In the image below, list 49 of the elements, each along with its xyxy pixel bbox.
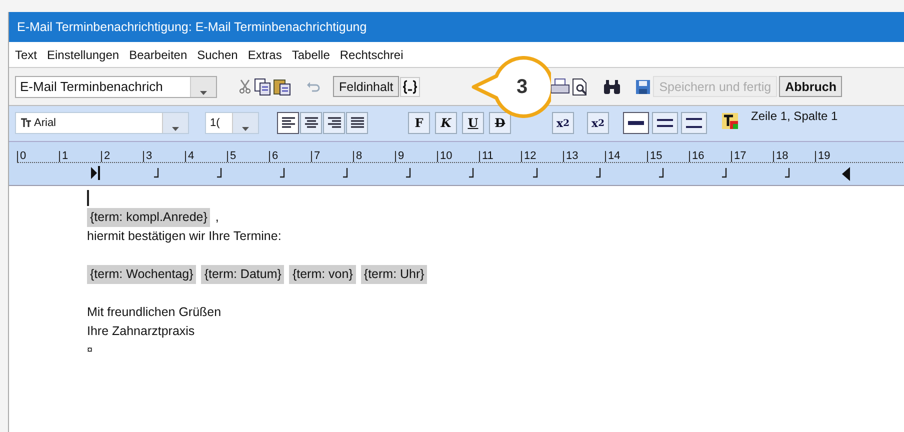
step-badge: 3 [471, 56, 551, 118]
ruler-number: 7 [311, 151, 353, 162]
ruler-number: 16 [689, 151, 731, 162]
ruler-number: 6 [269, 151, 311, 162]
ruler-number: 8 [353, 151, 395, 162]
ruler-number: 11 [479, 151, 521, 162]
menu-item[interactable]: Extras [248, 48, 282, 62]
punctuation: , [215, 209, 219, 226]
ruler-number: 14 [605, 151, 647, 162]
ruler-number: 1 [59, 151, 101, 162]
ruler-number: 19 [815, 151, 857, 162]
menu-item[interactable]: Einstellungen [47, 48, 120, 62]
ruler-number: 17 [731, 151, 773, 162]
ruler-number: 13 [563, 151, 605, 162]
field-content-button[interactable]: Feldinhalt [333, 76, 400, 97]
merge-field[interactable]: {term: Wochentag} [87, 265, 196, 284]
merge-field[interactable]: {term: von} [289, 265, 356, 284]
ruler-number: 15 [647, 151, 689, 162]
merge-field[interactable]: {term: Datum} [201, 265, 284, 284]
cancel-button[interactable]: Abbruch [779, 76, 842, 97]
strikethrough-button[interactable]: D [489, 112, 511, 134]
letter-text: Mit freundlichen Grüßen [87, 304, 222, 321]
menu-item[interactable]: Bearbeiten [129, 48, 188, 62]
menu-item[interactable]: Suchen [197, 48, 238, 62]
font-dropdown[interactable]: Arial [15, 112, 189, 134]
ruler-number: 0 [17, 151, 59, 162]
menu-item[interactable]: Text [15, 48, 38, 62]
ruler-number: 2 [101, 151, 143, 162]
underline-button[interactable]: U [462, 112, 484, 134]
merge-field[interactable]: {term: Uhr} [360, 265, 428, 284]
ruler-number: 10 [437, 151, 479, 162]
template-dropdown[interactable]: E-Mail Terminbenachrich [15, 76, 217, 98]
ruler-number: 12 [521, 151, 563, 162]
italic-button[interactable]: K [435, 112, 457, 134]
window-title: E-Mail Terminbenachrichtigung: E-Mail Terminbenachrichtigung [17, 20, 367, 34]
menu-item[interactable]: Tabelle [292, 48, 330, 62]
paragraph-mark: ¤ [87, 344, 93, 358]
font-size-dropdown[interactable]: 1( [205, 112, 259, 134]
ruler-number: 18 [773, 151, 815, 162]
ruler-number: 3 [143, 151, 185, 162]
bold-button[interactable]: F [408, 112, 430, 134]
letter-text: hiermit bestätigen wir Ihre Termine: [87, 228, 282, 245]
ruler-number: 5 [227, 151, 269, 162]
menu-item[interactable]: Rechtschrei [340, 48, 404, 62]
letter-text: Ihre Zahnarztpraxis [87, 323, 195, 340]
ruler-number: 4 [185, 151, 227, 162]
cursor-position: Zeile 1, Spalte 1 [751, 109, 838, 123]
merge-field[interactable]: {term: kompl.Anrede} [87, 208, 210, 227]
ruler-number: 9 [395, 151, 437, 162]
